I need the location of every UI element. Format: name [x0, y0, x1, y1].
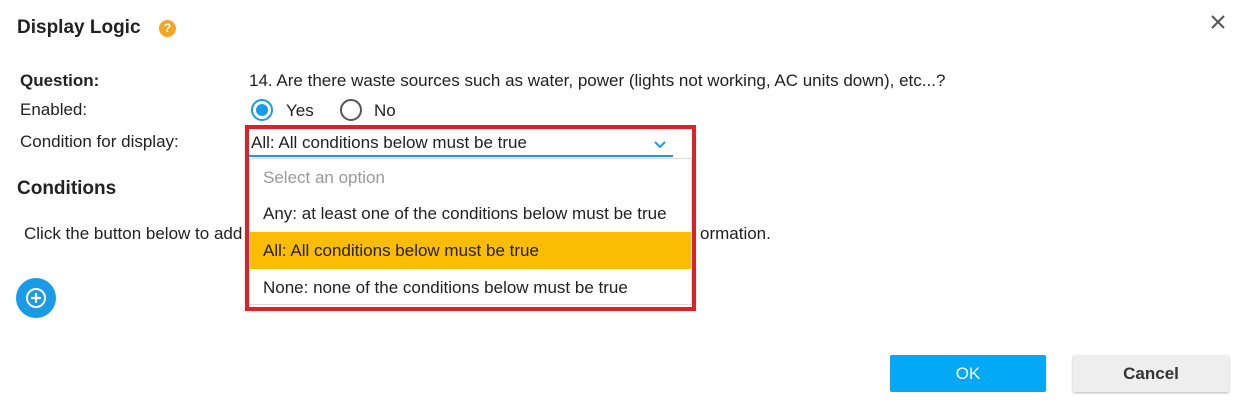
enabled-label: Enabled: [20, 100, 88, 119]
condition-label: Condition for display: [20, 132, 179, 151]
condition-select[interactable]: All: All conditions below must be true [249, 131, 673, 157]
conditions-info-text: Click the button below to add [24, 224, 243, 243]
dropdown-option-all[interactable]: All: All conditions below must be true [250, 232, 691, 269]
conditions-info-text-end: ormation. [700, 224, 771, 243]
condition-select-value: All: All conditions below must be true [251, 133, 527, 152]
dropdown-option-placeholder: Select an option [263, 168, 385, 187]
dialog-title: Display Logic [17, 17, 141, 38]
enabled-no-label[interactable]: No [374, 101, 396, 121]
question-label: Question: [20, 71, 100, 90]
enabled-yes-label[interactable]: Yes [286, 101, 314, 121]
question-circle-icon[interactable]: ? [159, 20, 176, 37]
enabled-yes-radio[interactable] [251, 99, 273, 121]
question-text: 14. Are there waste sources such as wate… [249, 71, 946, 90]
ok-button[interactable]: OK [890, 355, 1046, 392]
chevron-down-icon [653, 137, 667, 149]
dropdown-option-any[interactable]: Any: at least one of the conditions belo… [250, 195, 691, 232]
dropdown-option-none[interactable]: None: none of the conditions below must … [250, 269, 691, 306]
enabled-no-radio[interactable] [340, 99, 362, 121]
conditions-title: Conditions [17, 178, 117, 199]
close-icon[interactable] [1208, 12, 1228, 32]
condition-dropdown-menu: Select an option Any: at least one of th… [249, 158, 692, 305]
cancel-button[interactable]: Cancel [1073, 355, 1229, 392]
plus-circle-icon [26, 288, 46, 308]
add-condition-button[interactable] [16, 278, 56, 318]
